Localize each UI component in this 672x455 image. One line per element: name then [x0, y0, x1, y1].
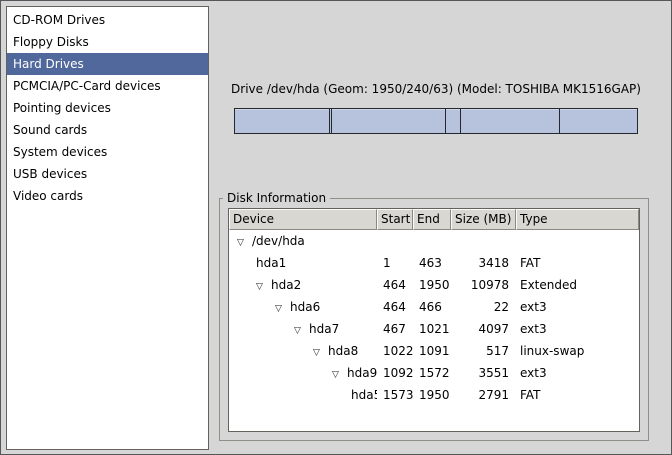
disk-partition-bar	[234, 108, 638, 134]
start-cell: 1022	[377, 340, 413, 362]
sidebar-item-cd-rom-drives[interactable]: CD-ROM Drives	[7, 9, 208, 31]
table-row[interactable]: ▽hda2 464 1950 10978 Extended	[229, 274, 639, 296]
device-label: hda1	[256, 256, 286, 270]
device-cell: ▽hda2	[229, 274, 377, 296]
size-cell: 10978	[451, 274, 516, 296]
table-row[interactable]: ▽hda6 464 466 22 ext3	[229, 296, 639, 318]
expander-icon[interactable]: ▽	[275, 298, 290, 318]
start-cell: 467	[377, 318, 413, 340]
start-cell: 1573	[377, 384, 413, 406]
expander-icon[interactable]: ▽	[237, 232, 252, 252]
type-cell: ext3	[516, 296, 639, 318]
device-label: /dev/hda	[252, 234, 305, 248]
device-cell: hda1	[229, 252, 377, 274]
column-header-type[interactable]: Type	[516, 209, 639, 230]
size-cell: 4097	[451, 318, 516, 340]
device-label: hda2	[271, 278, 301, 292]
start-cell: 464	[377, 274, 413, 296]
device-category-list: CD-ROM Drives Floppy Disks Hard Drives P…	[6, 6, 209, 450]
device-label: hda9	[347, 366, 377, 380]
end-cell	[413, 230, 451, 252]
column-header-device[interactable]: Device	[229, 209, 377, 230]
hardware-browser-window: CD-ROM Drives Floppy Disks Hard Drives P…	[0, 0, 672, 455]
start-cell	[377, 230, 413, 252]
end-cell: 1091	[413, 340, 451, 362]
partition-segment-hda9	[460, 109, 559, 133]
device-cell: ▽/dev/hda	[229, 230, 377, 252]
size-cell: 517	[451, 340, 516, 362]
disk-information-table: Device Start End Size (MB) Type ▽/dev/hd…	[228, 208, 640, 432]
device-label: hda5	[351, 388, 377, 402]
sidebar-item-floppy-disks[interactable]: Floppy Disks	[7, 31, 208, 53]
start-cell: 1092	[377, 362, 413, 384]
sidebar-item-sound-cards[interactable]: Sound cards	[7, 119, 208, 141]
device-cell: ▽hda9	[229, 362, 377, 384]
sidebar-item-hard-drives[interactable]: Hard Drives	[7, 53, 208, 75]
table-row[interactable]: ▽hda8 1022 1091 517 linux-swap	[229, 340, 639, 362]
type-cell: FAT	[516, 252, 639, 274]
device-cell: ▽hda8	[229, 340, 377, 362]
size-cell: 3551	[451, 362, 516, 384]
column-header-start[interactable]: Start	[377, 209, 413, 230]
table-header-row: Device Start End Size (MB) Type	[229, 209, 639, 230]
table-row[interactable]: hda5 1573 1950 2791 FAT	[229, 384, 639, 406]
device-label: hda8	[328, 344, 358, 358]
sidebar-item-pointing-devices[interactable]: Pointing devices	[7, 97, 208, 119]
start-cell: 464	[377, 296, 413, 318]
end-cell: 1950	[413, 384, 451, 406]
type-cell	[516, 230, 639, 252]
table-row[interactable]: ▽hda7 467 1021 4097 ext3	[229, 318, 639, 340]
table-row[interactable]: ▽hda9 1092 1572 3551 ext3	[229, 362, 639, 384]
column-header-size[interactable]: Size (MB)	[451, 209, 516, 230]
disk-information-frame-label: Disk Information	[223, 191, 330, 206]
partition-segment-hda7	[331, 109, 445, 133]
type-cell: linux-swap	[516, 340, 639, 362]
table-row[interactable]: ▽/dev/hda	[229, 230, 639, 252]
expander-icon[interactable]: ▽	[332, 364, 347, 384]
sidebar-item-pcmcia-devices[interactable]: PCMCIA/PC-Card devices	[7, 75, 208, 97]
end-cell: 1950	[413, 274, 451, 296]
partition-segment-hda5	[559, 109, 637, 133]
device-cell: ▽hda7	[229, 318, 377, 340]
expander-icon[interactable]: ▽	[294, 320, 309, 340]
device-cell: ▽hda6	[229, 296, 377, 318]
type-cell: FAT	[516, 384, 639, 406]
type-cell: ext3	[516, 362, 639, 384]
start-cell: 1	[377, 252, 413, 274]
size-cell: 22	[451, 296, 516, 318]
device-cell: hda5	[229, 384, 377, 406]
type-cell: Extended	[516, 274, 639, 296]
end-cell: 1572	[413, 362, 451, 384]
sidebar-item-usb-devices[interactable]: USB devices	[7, 163, 208, 185]
column-header-end[interactable]: End	[413, 209, 451, 230]
device-label: hda7	[309, 322, 339, 336]
expander-icon[interactable]: ▽	[313, 342, 328, 362]
partition-segment-hda8	[445, 109, 460, 133]
end-cell: 466	[413, 296, 451, 318]
table-row[interactable]: hda1 1 463 3418 FAT	[229, 252, 639, 274]
disk-information-frame: Disk Information Device Start End Size (…	[219, 198, 649, 441]
size-cell: 2791	[451, 384, 516, 406]
sidebar-item-system-devices[interactable]: System devices	[7, 141, 208, 163]
partition-segment-hda1	[235, 109, 329, 133]
end-cell: 463	[413, 252, 451, 274]
expander-icon[interactable]: ▽	[256, 276, 271, 296]
device-label: hda6	[290, 300, 320, 314]
end-cell: 1021	[413, 318, 451, 340]
sidebar-item-video-cards[interactable]: Video cards	[7, 185, 208, 207]
drive-geometry-label: Drive /dev/hda (Geom: 1950/240/63) (Mode…	[221, 82, 651, 96]
size-cell: 3418	[451, 252, 516, 274]
size-cell	[451, 230, 516, 252]
type-cell: ext3	[516, 318, 639, 340]
